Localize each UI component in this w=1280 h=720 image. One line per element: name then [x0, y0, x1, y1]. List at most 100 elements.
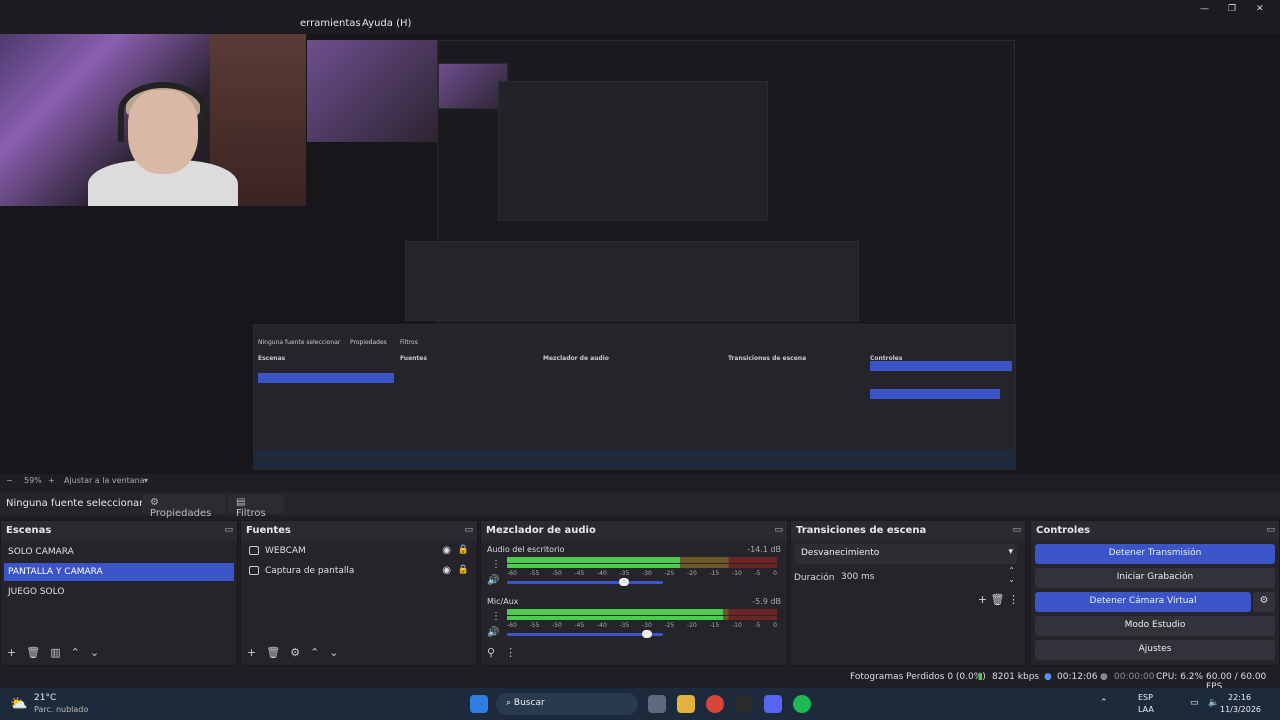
zoom-bar: − 59% + Ajustar a la ventana ▾: [0, 474, 1280, 488]
file-explorer-icon[interactable]: [677, 695, 695, 713]
language[interactable]: ESP: [1138, 693, 1153, 702]
start-recording-button[interactable]: Iniciar Grabación: [1035, 568, 1275, 588]
dock-menu-icon[interactable]: ▭: [1266, 525, 1275, 535]
duration-label: Duración: [794, 573, 835, 583]
dock-menu-icon[interactable]: ▭: [774, 525, 783, 535]
sources-panel: Fuentes ▭ WEBCAM ◉ 🔒 Captura de pantalla…: [240, 520, 478, 666]
zoom-in-button[interactable]: +: [48, 476, 55, 485]
menu-tools[interactable]: erramientas: [300, 18, 361, 29]
minimize-button[interactable]: —: [1200, 4, 1209, 14]
scene-item[interactable]: JUEGO SOLO: [4, 583, 234, 601]
properties-label: Propiedades: [150, 508, 212, 519]
duration-input[interactable]: 300 ms ⌃ ⌄: [835, 566, 1017, 588]
spotify-icon[interactable]: [793, 695, 811, 713]
weather-icon[interactable]: ⛅: [10, 696, 27, 712]
network-icon[interactable]: ▭: [1190, 698, 1199, 708]
volume-knob[interactable]: [619, 578, 629, 586]
menu-help[interactable]: Ayuda (H): [362, 18, 411, 29]
discord-icon[interactable]: [764, 695, 782, 713]
db-tick: -25: [664, 570, 675, 577]
link-icon[interactable]: ⚲: [487, 646, 495, 659]
db-tick: -10: [732, 622, 742, 629]
scene-item[interactable]: SOLO CAMARA: [4, 543, 234, 561]
volume-slider[interactable]: [507, 630, 663, 638]
speaker-icon[interactable]: 🔊: [487, 575, 499, 586]
filter-icon[interactable]: ▥: [50, 646, 60, 659]
trash-icon[interactable]: 🗑: [991, 593, 1005, 606]
more-options-icon[interactable]: ⋮: [1008, 593, 1019, 606]
gear-icon[interactable]: ⚙: [290, 646, 300, 659]
add-icon[interactable]: +: [247, 646, 256, 659]
eye-icon[interactable]: ◉: [442, 545, 451, 556]
transition-select[interactable]: Desvanecimiento ▾: [795, 544, 1017, 564]
clock-time[interactable]: 22:16: [1228, 693, 1251, 702]
fit-window-label[interactable]: Ajustar a la ventana: [64, 476, 145, 485]
close-button[interactable]: ✕: [1256, 4, 1264, 14]
level-meter: [507, 557, 777, 563]
more-options-icon[interactable]: ⋮: [491, 611, 501, 622]
mixer-toolbar: ⚲ ⋮: [487, 646, 526, 659]
chrome-icon[interactable]: [706, 695, 724, 713]
search-icon: ⌕: [506, 698, 512, 708]
add-icon[interactable]: +: [7, 646, 16, 659]
move-down-icon[interactable]: ⌄: [329, 646, 338, 659]
settings-button[interactable]: Ajustes: [1035, 640, 1275, 660]
start-icon[interactable]: [470, 695, 488, 713]
more-options-icon[interactable]: ⋮: [505, 646, 516, 659]
trash-icon[interactable]: 🗑: [26, 646, 40, 659]
maximize-button[interactable]: ❐: [1228, 4, 1236, 14]
move-up-icon[interactable]: ⌃: [310, 646, 319, 659]
move-up-icon[interactable]: ⌃: [71, 646, 80, 659]
nested-selected-scene: [258, 373, 394, 383]
studio-mode-button[interactable]: Modo Estudio: [1035, 616, 1275, 636]
signal-icon: ▮: [978, 672, 983, 682]
zoom-out-button[interactable]: −: [6, 476, 13, 485]
speaker-icon[interactable]: 🔊: [487, 627, 499, 638]
virtual-camera-settings-icon[interactable]: ⚙: [1253, 592, 1275, 612]
nested-recursive-preview: [498, 81, 768, 221]
obs-icon[interactable]: [735, 695, 753, 713]
scenes-toolbar: + 🗑 ▥ ⌃ ⌄: [7, 646, 109, 659]
source-item[interactable]: Captura de pantalla ◉ 🔒: [247, 563, 471, 581]
eye-icon[interactable]: ◉: [442, 565, 451, 576]
source-label: Captura de pantalla: [265, 566, 355, 576]
lock-icon[interactable]: 🔒: [458, 545, 469, 555]
search-box[interactable]: ⌕ Buscar: [496, 693, 638, 715]
level-meter-2: [507, 564, 777, 568]
volume-icon[interactable]: 🔈: [1208, 698, 1219, 708]
more-options-icon[interactable]: ⋮: [491, 559, 501, 570]
nested-webcam-image: [307, 40, 437, 142]
source-item[interactable]: WEBCAM ◉ 🔒: [247, 543, 471, 561]
weather-desc: Parc. nublado: [34, 705, 89, 714]
filters-button[interactable]: ▤ Filtros: [228, 494, 284, 519]
record-time: 00:00:00: [1114, 672, 1155, 682]
db-tick: -15: [709, 622, 720, 629]
dock-menu-icon[interactable]: ▭: [464, 525, 473, 535]
add-icon[interactable]: +: [978, 593, 987, 606]
nested-stop-stream: [870, 361, 1012, 371]
move-down-icon[interactable]: ⌄: [90, 646, 99, 659]
task-view-icon[interactable]: [648, 695, 666, 713]
db-tick: -55: [529, 622, 540, 629]
stop-stream-button[interactable]: Detener Transmisión: [1035, 544, 1275, 564]
stepper-icon[interactable]: ⌃ ⌄: [1008, 566, 1015, 584]
no-source-label: Ninguna fuente seleccionar: [6, 498, 144, 509]
volume-knob[interactable]: [642, 630, 653, 638]
preview-canvas[interactable]: Ninguna fuente seleccionar Propiedades F…: [0, 34, 1280, 474]
lock-icon[interactable]: 🔒: [458, 565, 469, 575]
properties-button[interactable]: ⚙ Propiedades: [142, 494, 226, 519]
level-fill: [507, 616, 723, 620]
db-tick: -35: [619, 622, 630, 629]
trash-icon[interactable]: 🗑: [266, 646, 280, 659]
dock-menu-icon[interactable]: ▭: [224, 525, 233, 535]
filter-icon: ▤: [236, 497, 246, 508]
chevron-up-icon[interactable]: ⌃: [1100, 698, 1108, 708]
volume-slider[interactable]: [507, 578, 663, 586]
db-scale: -60 -55 -50 -45 -40 -35 -30 -25 -20 -15 -10 -5 0: [507, 570, 777, 578]
scene-item-selected[interactable]: PANTALLA Y CAMARA: [4, 563, 234, 581]
transition-value: Desvanecimiento: [801, 548, 880, 558]
zoom-dropdown-icon[interactable]: ▾: [144, 476, 148, 485]
dock-menu-icon[interactable]: ▭: [1012, 525, 1021, 535]
db-tick: -40: [597, 622, 607, 629]
stop-virtual-camera-button[interactable]: Detener Cámara Virtual: [1035, 592, 1251, 612]
